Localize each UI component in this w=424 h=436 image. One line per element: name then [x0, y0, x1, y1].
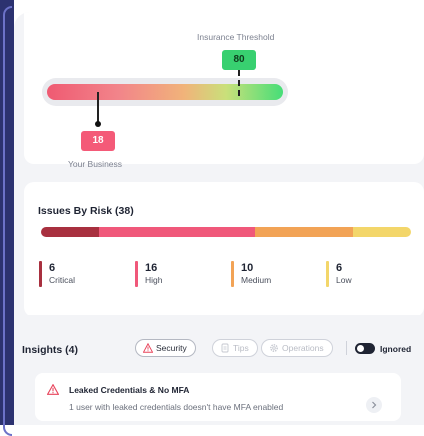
filter-security-chip[interactable]: Security — [135, 339, 196, 357]
filter-operations-chip[interactable]: Operations — [261, 339, 333, 357]
ignored-toggle-label: Ignored — [380, 344, 412, 354]
medium-count: 10 — [241, 262, 254, 274]
medium-color-marker — [231, 261, 234, 287]
low-count: 6 — [336, 262, 343, 274]
high-count: 16 — [145, 262, 158, 274]
risk-gauge-gradient — [47, 84, 283, 100]
risk-gauge — [42, 78, 288, 106]
warning-icon — [143, 343, 153, 353]
insight-title: Leaked Credentials & No MFA — [69, 385, 190, 395]
filter-tips-label: Tips — [233, 343, 249, 353]
business-score-value: 18 — [81, 131, 115, 151]
high-color-marker — [135, 261, 138, 287]
critical-color-marker — [39, 261, 42, 287]
risk-segment-medium — [255, 227, 353, 237]
business-marker-line — [97, 92, 99, 123]
lightbulb-icon — [221, 343, 229, 353]
filter-operations-label: Operations — [282, 343, 324, 353]
insights-section: Insights (4) Security Tips Operations Ig… — [14, 315, 424, 425]
toggle-knob — [357, 345, 364, 352]
filter-divider — [346, 341, 347, 355]
threshold-marker — [238, 70, 240, 96]
high-label: High — [145, 275, 163, 285]
risk-segment-high — [99, 227, 256, 237]
risk-segment-low — [352, 227, 411, 237]
filter-tips-chip[interactable]: Tips — [212, 339, 258, 357]
chevron-right-icon — [372, 401, 377, 409]
issues-by-risk-title: Issues By Risk (38) — [38, 205, 134, 217]
insurance-threshold-value: 80 — [222, 50, 256, 70]
warning-icon — [47, 384, 59, 395]
business-marker-dot — [95, 121, 101, 127]
issues-by-risk-card: Issues By Risk (38) 6 Critical 16 High 1… — [24, 182, 424, 317]
critical-label: Critical — [49, 275, 75, 285]
filter-security-label: Security — [156, 343, 187, 353]
business-score-label: Your Business — [68, 159, 123, 169]
low-color-marker — [326, 261, 329, 287]
insurance-threshold-label: Insurance Threshold — [197, 32, 275, 42]
medium-label: Medium — [241, 275, 272, 285]
ignored-toggle[interactable] — [355, 343, 375, 354]
risk-segment-critical — [41, 227, 100, 237]
critical-count: 6 — [49, 262, 56, 274]
low-label: Low — [336, 275, 352, 285]
window-frame-edge — [0, 0, 14, 436]
gear-icon — [270, 344, 278, 352]
threshold-card: Insurance Threshold 80 18 Your Business — [24, 12, 424, 169]
insight-item[interactable]: Leaked Credentials & No MFA 1 user with … — [35, 373, 401, 421]
insights-title: Insights (4) — [22, 344, 79, 356]
insight-open-button[interactable] — [366, 397, 382, 413]
risk-distribution-bar — [41, 227, 411, 237]
insight-description: 1 user with leaked credentials doesn't h… — [69, 402, 284, 412]
risk-panel: Insurance Threshold 80 18 Your Business … — [14, 12, 424, 425]
